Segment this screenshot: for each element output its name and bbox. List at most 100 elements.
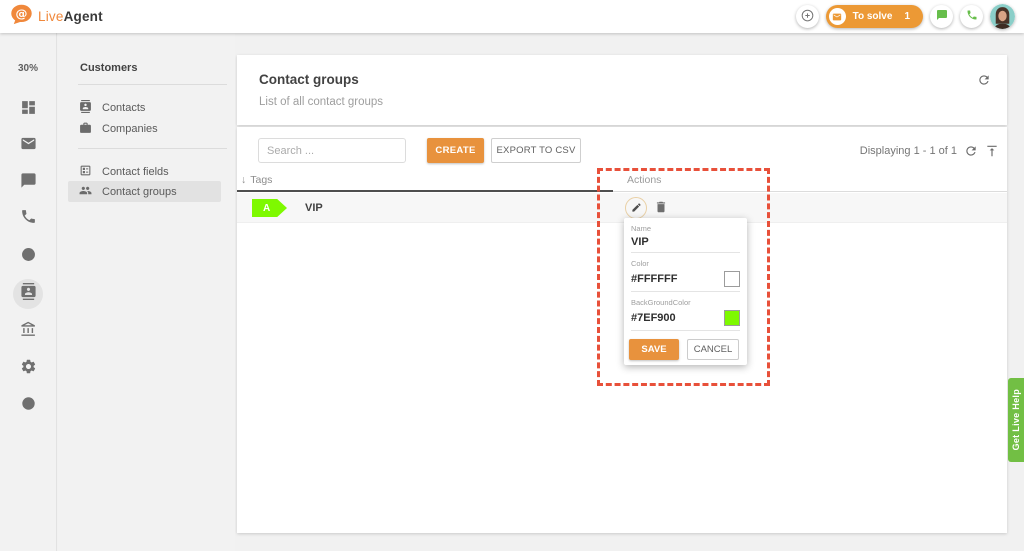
search-input[interactable] [258,138,406,163]
edit-tag-button[interactable] [625,197,647,219]
svg-text:@: @ [16,6,28,20]
gear-icon [20,358,37,380]
name-value[interactable]: VIP [631,236,740,248]
color-field[interactable]: Color #FFFFFF [631,259,740,292]
get-live-help-button[interactable]: Get Live Help [1008,378,1024,462]
tag-badge: A [252,199,287,217]
logo-text: LiveAgent [38,9,103,24]
sidebar-item-label: Contacts [102,102,145,114]
chat-bubble-icon [20,172,37,194]
sidebar-item-contact-fields[interactable]: Contact fields [68,161,221,182]
refresh-button[interactable] [977,73,991,87]
sort-desc-icon: ↓ [241,174,246,186]
plus-circle-icon [800,8,815,26]
export-csv-button[interactable]: EXPORT TO CSV [491,138,581,163]
sidebar-item-contact-groups[interactable]: Contact groups [68,181,221,202]
nav-customers[interactable] [13,279,43,309]
sidebar-divider [78,84,227,85]
sidebar-title: Customers [80,62,137,74]
nav-calls[interactable] [13,204,43,234]
topbar: @ LiveAgent To solve 1 [0,0,1024,33]
background-color-swatch[interactable] [724,310,740,326]
call-button[interactable] [960,5,983,28]
pagination-area: Displaying 1 - 1 of 1 [860,138,999,163]
nav-chats[interactable] [13,168,43,198]
background-color-value[interactable]: #7EF900 [631,312,676,324]
trash-icon [654,202,668,217]
customers-sidebar: Customers Contacts Companies Contact fie… [58,33,235,551]
page-subtitle: List of all contact groups [259,96,383,108]
pencil-icon [631,201,642,216]
popup-buttons: SAVE CANCEL [629,339,742,360]
nav-academy[interactable] [13,317,43,347]
nav-dashboard[interactable] [13,95,43,125]
to-solve-count: 1 [904,11,910,22]
table-header-underline [237,190,613,192]
nav-social[interactable] [13,242,43,272]
mail-icon [20,135,37,157]
phone-icon [20,208,37,230]
icon-rail: 30% [0,33,57,551]
liveagent-logo[interactable]: @ LiveAgent [10,4,103,30]
refresh-list-button[interactable] [964,144,978,158]
logo-live: Live [38,9,64,24]
color-label: Color [631,259,740,268]
logo-agent: Agent [64,9,103,24]
background-color-field[interactable]: BackGroundColor #7EF900 [631,298,740,331]
chat-button[interactable] [930,5,953,28]
refresh-icon [964,144,978,158]
contacts-icon [79,100,92,116]
to-solve-button[interactable]: To solve 1 [826,5,923,28]
column-header-tags[interactable]: ↓ Tags [241,174,272,186]
contact-groups-table-card: CREATE EXPORT TO CSV Displaying 1 - 1 of… [237,127,1007,533]
sidebar-item-label: Companies [102,123,158,135]
logo-bubble-icon: @ [10,4,33,30]
user-avatar[interactable] [990,4,1015,29]
nav-tickets[interactable] [13,131,43,161]
name-field[interactable]: Name VIP [631,224,740,253]
bank-icon [20,321,37,343]
displaying-count: Displaying 1 - 1 of 1 [860,145,957,157]
liveagent-app: @ LiveAgent To solve 1 [0,0,1024,551]
target-icon [20,395,37,417]
get-live-help-label: Get Live Help [1011,389,1021,450]
column-header-actions: Actions [627,174,661,186]
table-row[interactable]: A VIP [237,193,1007,223]
edit-tag-popup: Name VIP Color #FFFFFF BackGroundColor #… [624,218,747,365]
refresh-icon [977,73,991,87]
nav-settings[interactable] [13,354,43,384]
color-swatch[interactable] [724,271,740,287]
nav-addons[interactable] [13,391,43,421]
usage-percent: 30% [0,63,56,74]
group-icon [79,184,92,200]
contacts-icon [20,283,37,305]
topbar-actions: To solve 1 [796,4,1015,29]
ring-icon [20,246,37,268]
page-header-card: Contact groups List of all contact group… [237,55,1007,125]
sidebar-divider [78,148,227,149]
envelope-icon [829,8,846,25]
color-value[interactable]: #FFFFFF [631,273,677,285]
scroll-to-top-button[interactable] [985,144,999,158]
sidebar-item-label: Contact fields [102,166,169,178]
delete-tag-button[interactable] [654,200,668,217]
to-solve-label: To solve [853,11,893,22]
create-button[interactable]: CREATE [427,138,484,163]
dashboard-icon [20,99,37,121]
phone-icon [966,9,978,24]
vertical-align-top-icon [985,144,999,158]
sidebar-item-label: Contact groups [102,186,177,198]
add-new-button[interactable] [796,5,819,28]
background-color-label: BackGroundColor [631,298,740,307]
name-label: Name [631,224,740,233]
column-label: Tags [250,174,272,186]
cancel-button[interactable]: CANCEL [687,339,739,360]
briefcase-icon [79,121,92,137]
fields-icon [79,164,92,180]
save-button[interactable]: SAVE [629,339,679,360]
sidebar-item-companies[interactable]: Companies [68,118,221,139]
sidebar-item-contacts[interactable]: Contacts [68,97,221,118]
tag-name: VIP [305,202,323,214]
chat-bubble-icon [936,9,948,24]
page-title: Contact groups [259,72,359,87]
